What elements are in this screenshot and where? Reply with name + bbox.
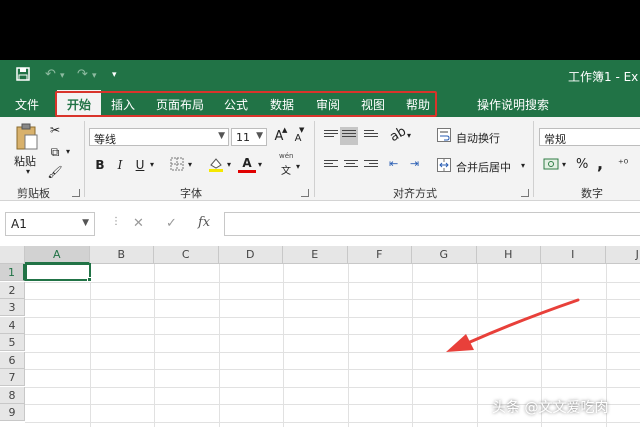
annotation-arrow bbox=[446, 298, 580, 352]
watermark: 头条 @文文爱吃肉 bbox=[492, 400, 609, 416]
